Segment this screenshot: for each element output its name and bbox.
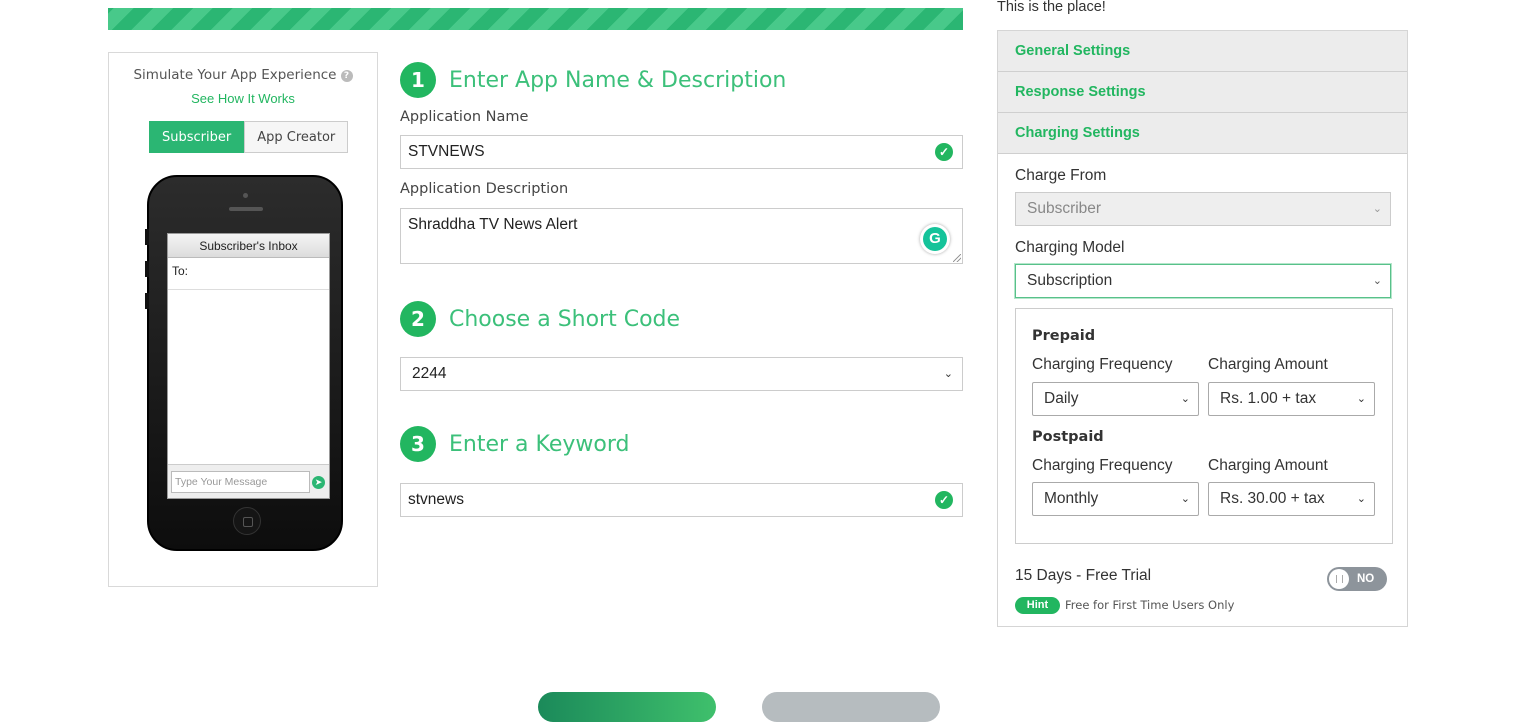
inbox-to-label: To: [168,258,329,290]
phone-volume-button [145,293,149,309]
arrow-circle-right-icon[interactable]: ➤ [312,476,325,489]
charging-settings-header[interactable]: Charging Settings [998,113,1407,154]
prepaid-title: Prepaid [1032,328,1096,344]
question-circle-icon[interactable]: ? [340,70,353,82]
application-name-value: STVNEWS [408,143,485,160]
charge-from-label: Charge From [1015,167,1107,184]
step-2-heading: 2 Choose a Short Code [400,301,680,337]
step-1-number: 1 [400,62,436,98]
see-how-it-works-link[interactable]: See How It Works [109,91,377,106]
free-trial-label: 15 Days - Free Trial [1015,567,1152,584]
chevron-down-icon: ⌄ [1356,493,1366,505]
prepaid-frequency-value: Daily [1044,390,1079,407]
primary-action-button[interactable] [538,692,716,722]
application-description-value: Shraddha TV News Alert [408,216,578,233]
keyword-value: stvnews [408,491,464,508]
chevron-down-icon: ⌄ [943,368,953,380]
app-simulator-panel: Simulate Your App Experience? See How It… [108,52,378,587]
simulator-title-text: Simulate Your App Experience [133,67,337,83]
header-stripe-banner [108,8,963,30]
charging-model-label: Charging Model [1015,239,1125,256]
charge-from-value: Subscriber [1027,200,1102,217]
free-trial-toggle[interactable]: NO [1327,567,1387,591]
step-3-title: Enter a Keyword [449,431,630,457]
chevron-down-icon: ⌄ [1372,275,1382,287]
simulator-tabs: Subscriber App Creator [149,121,349,153]
message-input[interactable] [171,471,310,493]
check-circle-icon: ✓ [935,491,953,509]
simulator-title: Simulate Your App Experience? [109,67,377,83]
phone-mockup: Subscriber's Inbox To: ➤ [145,175,343,551]
keyword-input[interactable]: stvnews ✓ [400,483,963,517]
postpaid-amount-select[interactable]: Rs. 30.00 + tax ⌄ [1208,482,1375,516]
application-description-textarea[interactable]: Shraddha TV News Alert [400,208,963,264]
settings-panel: General Settings Response Settings Charg… [997,30,1408,627]
hint-text: Free for First Time Users Only [1065,598,1235,612]
chevron-down-icon: ⌄ [1356,393,1366,405]
charge-from-select[interactable]: Subscriber ⌄ [1015,192,1391,226]
free-trial-toggle-text: NO [1357,573,1375,585]
prepaid-frequency-label: Charging Frequency [1032,356,1173,373]
short-code-select[interactable]: 2244 ⌄ [400,357,963,391]
charging-model-value: Subscription [1027,272,1113,289]
postpaid-frequency-value: Monthly [1044,490,1099,507]
chevron-down-icon: ⌄ [1180,493,1190,505]
chevron-down-icon: ⌄ [1372,203,1382,215]
general-settings-header[interactable]: General Settings [998,31,1407,72]
phone-volume-button [145,261,149,277]
toggle-knob [1329,569,1349,589]
phone-screen: Subscriber's Inbox To: ➤ [167,233,330,499]
postpaid-title: Postpaid [1032,429,1104,445]
phone-volume-button [145,229,149,245]
charging-plans-box: Prepaid Charging Frequency Charging Amou… [1015,308,1393,544]
step-2-title: Choose a Short Code [449,306,681,332]
tagline-text: This is the place! [997,0,1106,15]
postpaid-frequency-select[interactable]: Monthly ⌄ [1032,482,1199,516]
prepaid-amount-label: Charging Amount [1208,356,1328,373]
step-1-heading: 1 Enter App Name & Description [400,62,786,98]
step-3-heading: 3 Enter a Keyword [400,426,629,462]
tab-app-creator[interactable]: App Creator [244,121,349,153]
response-settings-header[interactable]: Response Settings [998,72,1407,113]
phone-camera [243,193,248,198]
phone-home-button [233,507,261,535]
step-1-title: Enter App Name & Description [449,67,787,93]
phone-speaker [229,207,263,211]
grammarly-icon[interactable] [920,224,950,254]
inbox-title: Subscriber's Inbox [168,234,329,258]
secondary-action-button[interactable] [762,692,940,722]
charging-model-select[interactable]: Subscription ⌄ [1015,264,1391,298]
check-circle-icon: ✓ [935,143,953,161]
tab-subscriber[interactable]: Subscriber [149,121,245,153]
step-3-number: 3 [400,426,436,462]
resize-grip-icon[interactable] [953,254,961,262]
application-description-label: Application Description [400,181,569,197]
hint-badge: Hint [1015,597,1060,614]
prepaid-amount-select[interactable]: Rs. 1.00 + tax ⌄ [1208,382,1375,416]
application-name-input[interactable]: STVNEWS ✓ [400,135,963,169]
postpaid-frequency-label: Charging Frequency [1032,457,1173,474]
postpaid-amount-label: Charging Amount [1208,457,1328,474]
short-code-value: 2244 [412,365,447,382]
step-2-number: 2 [400,301,436,337]
chevron-down-icon: ⌄ [1180,393,1190,405]
application-name-label: Application Name [400,109,529,125]
prepaid-frequency-select[interactable]: Daily ⌄ [1032,382,1199,416]
prepaid-amount-value: Rs. 1.00 + tax [1220,390,1317,407]
postpaid-amount-value: Rs. 30.00 + tax [1220,490,1325,507]
message-bar: ➤ [168,464,329,498]
